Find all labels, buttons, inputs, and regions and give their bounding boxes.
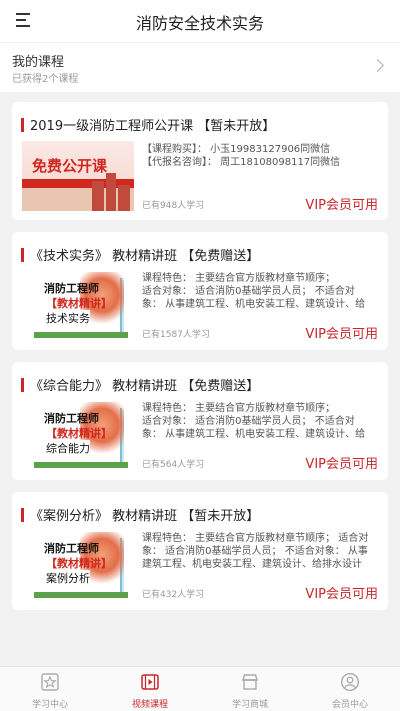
chevron-right-icon	[371, 59, 384, 72]
page-title: 消防安全技术实务	[135, 14, 264, 33]
learner-count: 已有564人学习	[142, 460, 205, 470]
course-card[interactable]: 《技术实务》 教材精讲班 【免费赠送】 消防工程师 【教材精讲】 技术实务 课程…	[12, 232, 388, 350]
tab-video-courses[interactable]: 视频课程	[100, 667, 200, 711]
my-courses-title: 我的课程	[12, 55, 65, 70]
learner-count: 已有1587人学习	[142, 330, 210, 340]
course-card[interactable]: 《案例分析》 教材精讲班 【暂未开放】 消防工程师 【教材精讲】 案例分析 课程…	[12, 492, 388, 610]
course-title: 2019一级消防工程师公开课 【暂未开放】	[30, 119, 276, 134]
my-courses-row[interactable]: 我的课程 已获得2个课程	[0, 42, 400, 92]
course-card[interactable]: 《综合能力》 教材精讲班 【免费赠送】 消防工程师 【教材精讲】 综合能力 课程…	[12, 362, 388, 480]
course-title: 《综合能力》 教材精讲班 【免费赠送】	[30, 379, 260, 394]
course-card[interactable]: 2019一级消防工程师公开课 【暂未开放】 免费公开课 【课程购买】： 小玉19…	[12, 102, 388, 220]
course-description: 课程特色： 主要结合官方版教材章节顺序； 适合对象： 适合消防0基础学员人员； …	[142, 403, 366, 440]
vip-label[interactable]: VIP会员可用	[305, 583, 378, 602]
tab-member-center[interactable]: 会员中心	[300, 667, 400, 711]
learner-count: 已有948人学习	[142, 201, 205, 211]
course-description: 课程特色： 主要结合官方版教材章节顺序； 适合对象： 适合消防0基础学员人员； …	[142, 273, 366, 310]
my-courses-count: 已获得2个课程	[12, 74, 79, 85]
user-icon	[340, 672, 360, 692]
tab-label: 视频课程	[131, 700, 168, 710]
course-description: 【课程购买】： 小玉19983127906同微信 【代报名咨询】： 周工1810…	[142, 144, 341, 168]
vip-label[interactable]: VIP会员可用	[305, 194, 378, 213]
course-title: 《技术实务》 教材精讲班 【免费赠送】	[30, 249, 260, 264]
course-thumbnail[interactable]: 消防工程师 【教材精讲】 技术实务	[22, 272, 134, 342]
course-thumbnail[interactable]: 免费公开课	[22, 141, 134, 211]
top-bar: 消防安全技术实务	[0, 0, 400, 42]
course-description: 课程特色： 主要结合官方版教材章节顺序； 适合对 象： 适合消防0基础学员人员；…	[142, 533, 369, 570]
tab-study-center[interactable]: 学习中心	[0, 667, 100, 711]
course-title: 《案例分析》 教材精讲班 【暂未开放】	[30, 509, 260, 524]
vip-label[interactable]: VIP会员可用	[305, 323, 378, 342]
course-thumbnail[interactable]: 消防工程师 【教材精讲】 案例分析	[22, 532, 134, 602]
bottom-tab-bar: 学习中心 视频课程 学习商城 会员中心	[0, 666, 400, 711]
shop-icon	[242, 674, 258, 690]
star-icon	[41, 673, 59, 691]
tab-study-mall[interactable]: 学习商城	[200, 667, 300, 711]
title-marker	[21, 248, 24, 262]
tab-label: 会员中心	[331, 700, 368, 710]
tab-label: 学习中心	[31, 700, 68, 710]
vip-label[interactable]: VIP会员可用	[305, 453, 378, 472]
title-marker	[21, 508, 24, 522]
thumbnail-text: 免费公开课	[32, 157, 108, 175]
title-marker	[21, 378, 24, 392]
tab-label: 学习商城	[231, 700, 268, 710]
video-icon	[141, 674, 159, 690]
title-marker	[21, 118, 24, 132]
learner-count: 已有432人学习	[142, 590, 205, 600]
course-thumbnail[interactable]: 消防工程师 【教材精讲】 综合能力	[22, 402, 134, 472]
